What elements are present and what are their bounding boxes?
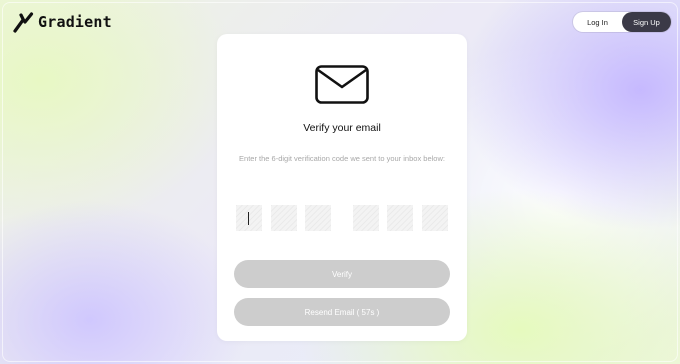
verify-button[interactable]: Verify [234, 260, 450, 288]
mail-icon [315, 65, 369, 104]
login-button[interactable]: Log In [573, 12, 622, 32]
gradient-logo-icon [13, 12, 34, 33]
code-digit-4[interactable] [353, 205, 379, 231]
verify-title: Verify your email [303, 122, 381, 134]
text-caret [248, 212, 249, 225]
verify-card: Verify your email Enter the 6-digit veri… [217, 34, 467, 341]
brand[interactable]: Gradient [12, 11, 112, 33]
code-digit-2[interactable] [271, 205, 297, 231]
code-digit-6[interactable] [422, 205, 448, 231]
brand-name: Gradient [38, 13, 112, 31]
auth-toggle: Log In Sign Up [573, 12, 671, 32]
signup-button[interactable]: Sign Up [622, 12, 671, 32]
code-digit-3[interactable] [305, 205, 331, 231]
code-digit-5[interactable] [387, 205, 413, 231]
code-digit-1[interactable] [236, 205, 262, 231]
resend-email-button[interactable]: Resend Email ( 57s ) [234, 298, 450, 326]
verify-subtitle: Enter the 6-digit verification code we s… [239, 154, 445, 163]
